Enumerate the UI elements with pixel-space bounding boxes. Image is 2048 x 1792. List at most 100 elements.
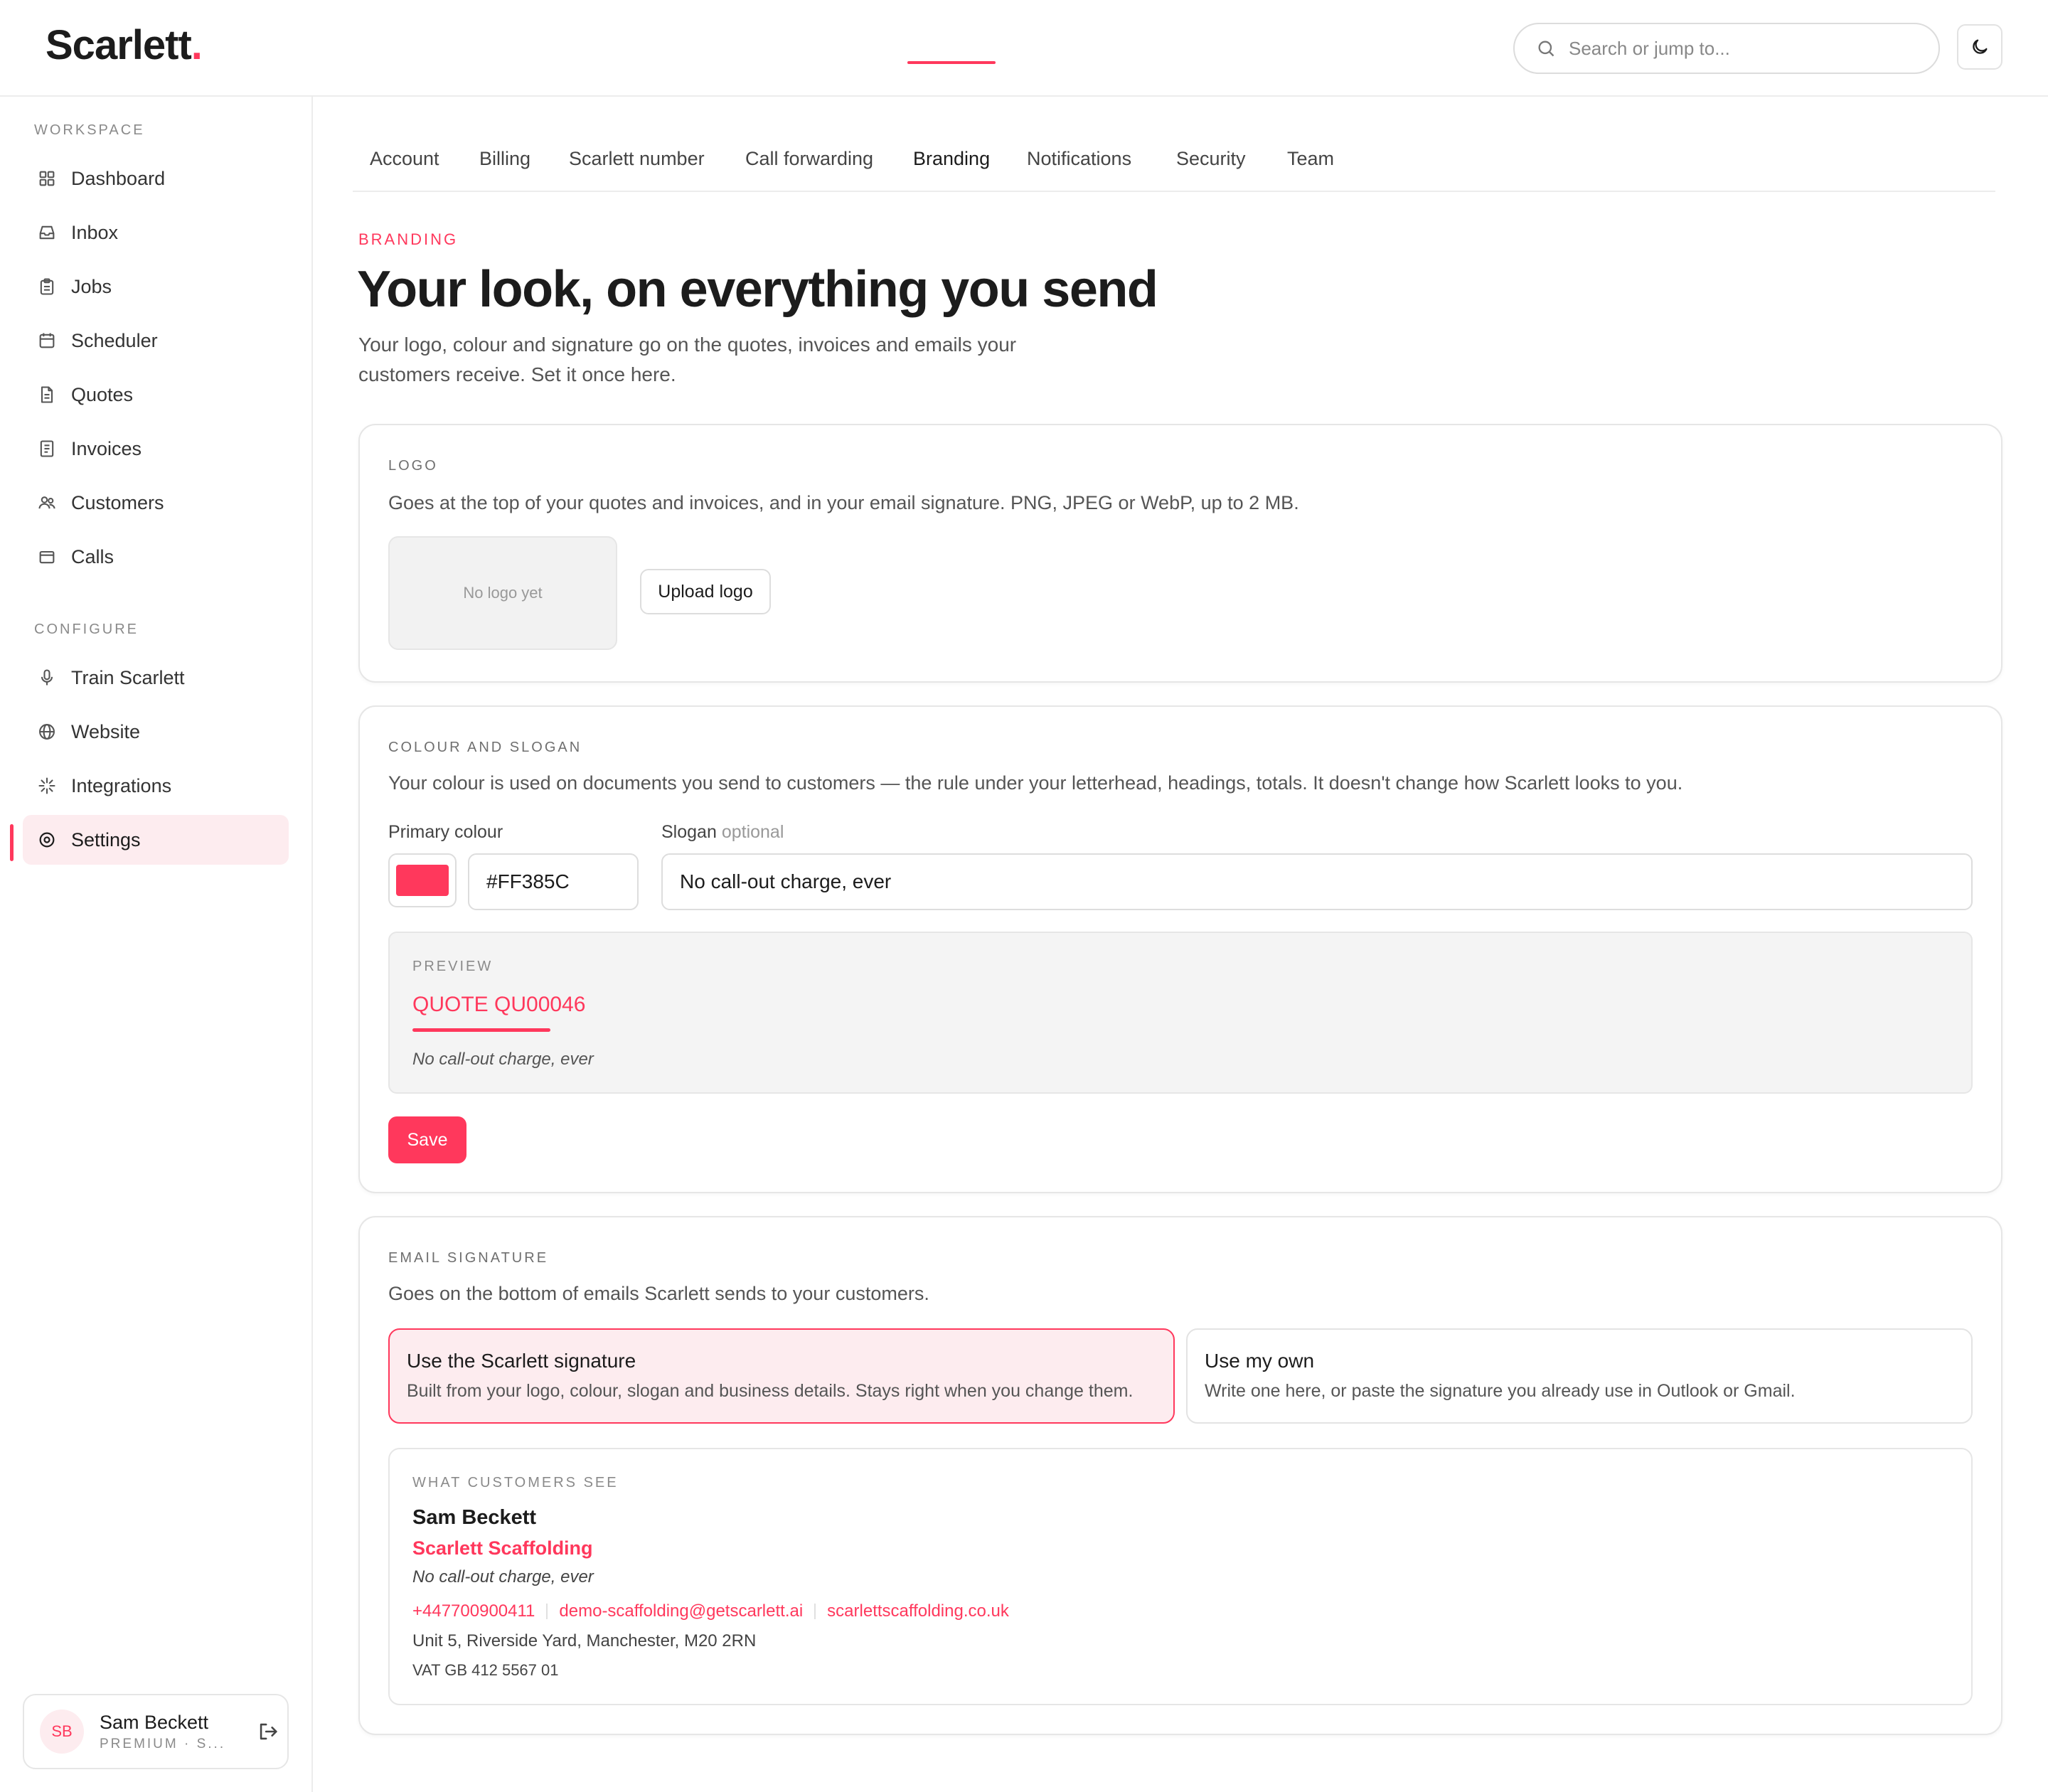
page-title: Your look, on everything you send	[357, 261, 1158, 318]
sidebar-section-configure: CONFIGURE	[34, 622, 139, 637]
sidebar-item-label: Inbox	[71, 221, 119, 243]
sidebar: WORKSPACE Dashboard Inbox Jobs Scheduler…	[0, 97, 313, 1792]
signature-vat: VAT GB 412 5567 01	[412, 1661, 559, 1679]
sidebar-item-calls[interactable]: Calls	[23, 532, 289, 582]
signature-preview: WHAT CUSTOMERS SEE Sam Beckett Scarlett …	[388, 1448, 1973, 1705]
signature-slogan: No call-out charge, ever	[412, 1567, 594, 1586]
sidebar-item-integrations[interactable]: Integrations	[23, 761, 289, 811]
signature-card-title: EMAIL SIGNATURE	[388, 1250, 549, 1266]
signature-contacts: +447700900411 demo-scaffolding@getscarle…	[412, 1601, 1009, 1621]
clipboard-icon	[40, 278, 54, 295]
sidebar-item-label: Train Scarlett	[71, 666, 185, 688]
tab-call-forwarding[interactable]: Call forwarding	[745, 148, 873, 170]
sidebar-item-quotes[interactable]: Quotes	[23, 370, 289, 420]
signature-name: Sam Beckett	[412, 1506, 537, 1529]
sidebar-item-label: Settings	[71, 828, 141, 850]
sidebar-item-inbox[interactable]: Inbox	[23, 208, 289, 257]
sidebar-item-label: Website	[71, 720, 141, 742]
brand-dot: .	[191, 22, 203, 68]
slogan-input[interactable]	[661, 853, 1973, 910]
sidebar-item-dashboard[interactable]: Dashboard	[23, 154, 289, 203]
signature-email-link[interactable]: demo-scaffolding@getscarlett.ai	[559, 1601, 803, 1621]
brand-name: Scarlett	[46, 22, 192, 68]
sparkle-icon	[38, 777, 55, 794]
search-box[interactable]	[1513, 23, 1940, 74]
grid-icon	[39, 171, 55, 186]
globe-icon	[39, 724, 55, 740]
divider	[546, 1604, 548, 1619]
colour-card-description: Your colour is used on documents you sen…	[388, 772, 1683, 794]
logout-icon[interactable]	[256, 1719, 280, 1744]
signature-address: Unit 5, Riverside Yard, Manchester, M20 …	[412, 1631, 757, 1650]
theme-toggle-button[interactable]	[1957, 24, 2002, 70]
colour-slogan-card: COLOUR AND SLOGAN Your colour is used on…	[358, 705, 2002, 1193]
tab-scarlett-number[interactable]: Scarlett number	[569, 148, 705, 170]
signature-phone-link[interactable]: +447700900411	[412, 1601, 535, 1621]
active-indicator	[10, 824, 14, 861]
colour-swatch	[396, 865, 449, 896]
sidebar-item-website[interactable]: Website	[23, 707, 289, 757]
tab-branding[interactable]: Branding	[913, 148, 990, 170]
brand-logo[interactable]: Scarlett.	[46, 21, 203, 69]
signature-option-scarlett[interactable]: Use the Scarlett signature Built from yo…	[388, 1328, 1175, 1424]
primary-colour-label: Primary colour	[388, 822, 503, 842]
user-name: Sam Beckett	[100, 1711, 209, 1733]
active-tab-underline	[907, 61, 996, 64]
gear-icon	[39, 832, 55, 848]
signature-option-own[interactable]: Use my own Write one here, or paste the …	[1186, 1328, 1973, 1424]
top-bar: Scarlett.	[0, 0, 2048, 97]
sidebar-item-customers[interactable]: Customers	[23, 478, 289, 528]
signature-website-link[interactable]: scarlettscaffolding.co.uk	[827, 1601, 1009, 1621]
sidebar-item-settings[interactable]: Settings	[23, 815, 289, 865]
calendar-icon	[39, 333, 55, 348]
users-icon	[38, 496, 55, 509]
option-title: Use my own	[1205, 1350, 1315, 1372]
primary-colour-input[interactable]	[468, 853, 639, 910]
sidebar-item-jobs[interactable]: Jobs	[23, 262, 289, 311]
branding-preview: PREVIEW QUOTE QU00046 No call-out charge…	[388, 932, 1973, 1094]
preview-rule	[412, 1028, 550, 1032]
tab-account[interactable]: Account	[370, 148, 439, 170]
option-description: Write one here, or paste the signature y…	[1205, 1381, 1796, 1401]
slogan-optional-hint: optional	[721, 822, 784, 842]
tab-security[interactable]: Security	[1176, 148, 1246, 170]
microphone-icon	[41, 669, 53, 686]
sidebar-item-label: Calls	[71, 545, 114, 567]
logo-placeholder: No logo yet	[388, 536, 617, 650]
sidebar-item-label: Integrations	[71, 774, 172, 796]
search-icon	[1538, 41, 1554, 57]
tab-team[interactable]: Team	[1287, 148, 1334, 170]
tab-notifications[interactable]: Notifications	[1027, 148, 1131, 170]
signature-card-description: Goes on the bottom of emails Scarlett se…	[388, 1283, 929, 1304]
colour-swatch-picker[interactable]	[388, 853, 457, 907]
preview-slogan: No call-out charge, ever	[412, 1050, 594, 1069]
sidebar-item-scheduler[interactable]: Scheduler	[23, 316, 289, 366]
signature-company: Scarlett Scaffolding	[412, 1537, 593, 1559]
user-card[interactable]: SB Sam Beckett PREMIUM · S...	[23, 1694, 289, 1769]
settings-tabs: Account Billing Scarlett number Call for…	[353, 128, 1995, 192]
moon-icon	[1973, 39, 1988, 54]
sidebar-item-label: Scheduler	[71, 329, 158, 351]
user-meta: Sam Beckett PREMIUM · S...	[100, 1712, 235, 1752]
avatar: SB	[40, 1710, 84, 1754]
inbox-icon	[39, 225, 55, 240]
slogan-label-text: Slogan	[661, 822, 717, 842]
receipt-icon	[40, 440, 54, 457]
sidebar-item-label: Quotes	[71, 383, 134, 405]
page-subtitle: Your logo, colour and signature go on th…	[358, 334, 1017, 385]
save-button[interactable]: Save	[388, 1116, 466, 1163]
sidebar-item-train-scarlett[interactable]: Train Scarlett	[23, 653, 289, 703]
sidebar-item-invoices[interactable]: Invoices	[23, 424, 289, 474]
tab-billing[interactable]: Billing	[479, 148, 530, 170]
logo-card: LOGO Goes at the top of your quotes and …	[358, 424, 2002, 683]
email-signature-card: EMAIL SIGNATURE Goes on the bottom of em…	[358, 1216, 2002, 1735]
divider	[814, 1604, 816, 1619]
slogan-label: Slogan optional	[661, 822, 784, 843]
preview-quote-heading: QUOTE QU00046	[412, 993, 586, 1016]
search-input[interactable]	[1569, 37, 1910, 60]
sidebar-item-label: Jobs	[71, 275, 112, 297]
upload-logo-button[interactable]: Upload logo	[640, 569, 771, 614]
logo-card-description: Goes at the top of your quotes and invoi…	[388, 492, 1299, 513]
sidebar-item-label: Dashboard	[71, 167, 166, 189]
logo-card-title: LOGO	[388, 458, 438, 474]
